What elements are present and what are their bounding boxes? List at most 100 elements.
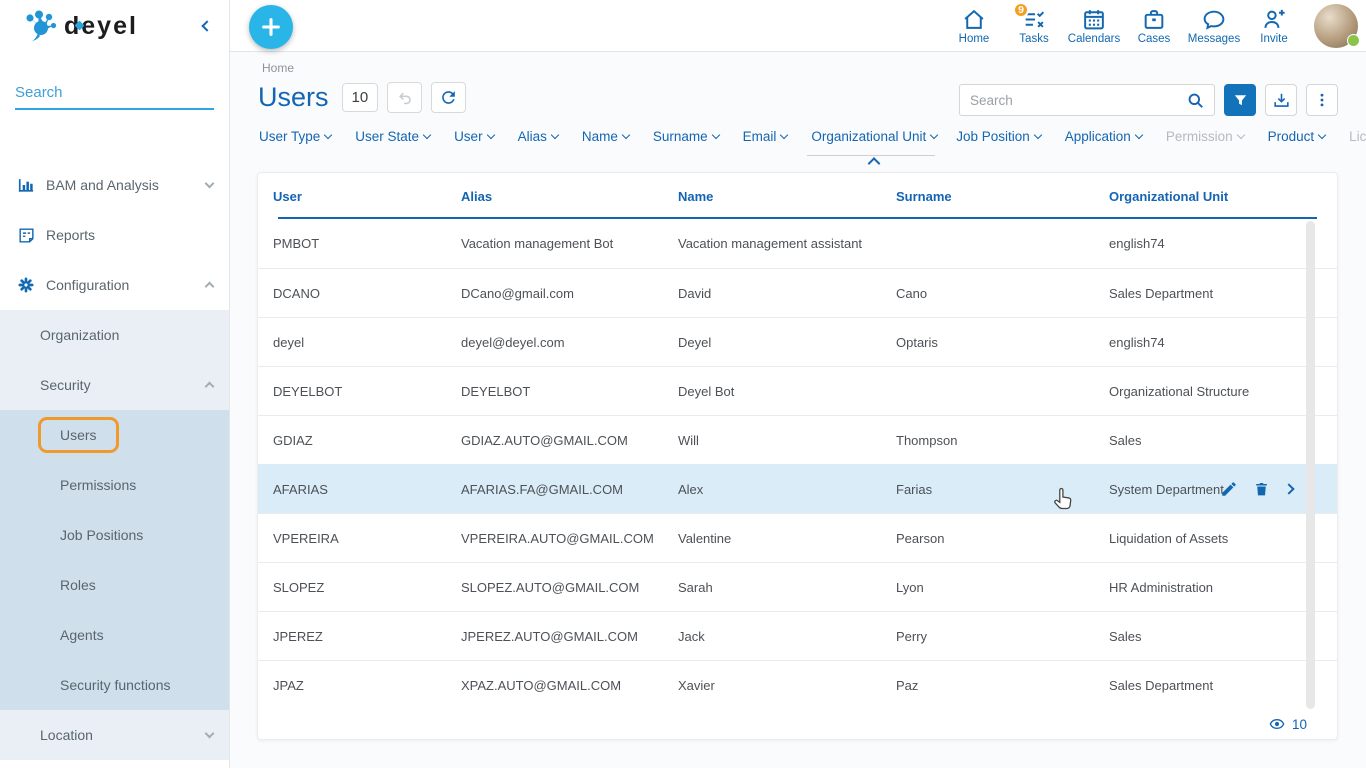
online-status-dot [1347,34,1360,47]
sidebar-item-label: Roles [60,577,96,593]
sidebar-item-label: BAM and Analysis [46,177,159,193]
table-row[interactable]: PMBOT Vacation management Bot Vacation m… [258,219,1337,268]
cell-org-unit: english74 [1109,236,1337,251]
filter-chip[interactable]: Email [743,129,793,144]
collapse-filter-caret[interactable] [868,157,881,170]
cell-org-unit: Sales [1109,433,1337,448]
filter-chip[interactable]: Organizational Unit [811,129,937,144]
sidebar-item-security[interactable]: Security [0,360,229,410]
report-icon [15,224,37,246]
table-row[interactable]: JPEREZ JPEREZ.AUTO@GMAIL.COM Jack Perry … [258,611,1337,660]
filter-chip[interactable]: Alias [518,129,563,144]
chevron-down-icon [930,131,938,139]
sidebar-item-job-positions[interactable]: Job Positions [0,510,229,560]
sidebar-item-location[interactable]: Location [0,710,229,760]
table-row[interactable]: JPAZ XPAZ.AUTO@GMAIL.COM Xavier Paz Sale… [258,660,1337,709]
sidebar-item-roles[interactable]: Roles [0,560,229,610]
sidebar-item-bam-and-analysis[interactable]: BAM and Analysis [0,160,229,210]
column-header-name[interactable]: Name [678,189,896,204]
cell-org-unit: english74 [1109,335,1337,350]
users-table-card: User Alias Name Surname Organizational U… [257,172,1338,740]
column-header-alias[interactable]: Alias [461,189,678,204]
sidebar-item-users[interactable]: Users [0,410,229,460]
undo-button[interactable] [387,82,422,113]
sidebar-item-configuration[interactable]: Configuration [0,260,229,310]
table-row[interactable]: SLOPEZ SLOPEZ.AUTO@GMAIL.COM Sarah Lyon … [258,562,1337,611]
sidebar-collapse-button[interactable] [199,13,215,39]
delete-button[interactable] [1253,480,1270,498]
trash-icon [1253,480,1270,498]
chevron-down-icon [205,729,215,739]
eye-icon [1268,716,1286,732]
cell-user: DCANO [273,286,461,301]
search-submit-button[interactable] [1176,85,1214,115]
nav-calendars[interactable]: Calendars [1064,6,1124,45]
sidebar-item-label: Reports [46,227,95,243]
record-count-badge: 10 [342,83,379,112]
table-row[interactable]: GDIAZ GDIAZ.AUTO@GMAIL.COM Will Thompson… [258,415,1337,464]
table-row[interactable]: VPEREIRA VPEREIRA.AUTO@GMAIL.COM Valenti… [258,513,1337,562]
filter-chip[interactable]: Product [1268,129,1331,144]
create-new-button[interactable] [249,5,293,49]
table-row[interactable]: DCANO DCano@gmail.com David Cano Sales D… [258,268,1337,317]
cell-org-unit: Sales [1109,629,1337,644]
filter-button[interactable] [1224,84,1256,116]
sidebar-item-label: Permissions [60,477,136,493]
nav-cases[interactable]: Cases [1124,6,1184,45]
table-row[interactable]: AFARIAS AFARIAS.FA@GMAIL.COM Alex Farias… [258,464,1337,513]
message-bubble-icon [1201,6,1227,32]
sidebar-search-input[interactable] [15,84,214,101]
filter-chip[interactable]: Job Position [956,129,1046,144]
logo: deyel [24,10,144,42]
cell-alias: AFARIAS.FA@GMAIL.COM [461,482,678,497]
filter-chip[interactable]: Name [582,129,634,144]
user-avatar[interactable] [1314,4,1358,48]
sidebar-item-label: Agents [60,627,104,643]
cell-alias: GDIAZ.AUTO@GMAIL.COM [461,433,678,448]
filter-chip-label: Email [743,129,777,144]
filter-chip[interactable]: Licence Type [1349,129,1366,144]
chevron-up-icon [205,282,215,292]
filter-chip[interactable]: Application [1065,129,1147,144]
sidebar-item-reports[interactable]: Reports [0,210,229,260]
nav-messages[interactable]: Messages [1184,6,1244,45]
filter-chip[interactable]: User [454,129,499,144]
table-scrollbar-thumb[interactable] [1306,221,1315,709]
nav-invite[interactable]: Invite [1244,6,1304,45]
nav-tasks[interactable]: 9 Tasks [1004,6,1064,45]
open-row-chevron-right-icon[interactable] [1283,483,1294,494]
table-row[interactable]: deyel deyel@deyel.com Deyel Optaris engl… [258,317,1337,366]
filter-funnel-icon [1232,92,1249,109]
column-header-surname[interactable]: Surname [896,189,1109,204]
table-search-input[interactable] [960,93,1176,108]
cell-alias: JPEREZ.AUTO@GMAIL.COM [461,629,678,644]
filter-chip[interactable]: Permission [1166,129,1249,144]
refresh-button[interactable] [431,82,466,113]
more-options-button[interactable] [1306,84,1338,116]
filter-chip-label: Licence Type [1349,129,1366,144]
table-row[interactable]: DEYELBOT DEYELBOT Deyel Bot Organization… [258,366,1337,415]
filter-chip-label: Name [582,129,618,144]
download-button[interactable] [1265,84,1297,116]
cell-org-unit: HR Administration [1109,580,1337,595]
column-header-user[interactable]: User [273,189,461,204]
table-search [959,84,1215,116]
sidebar-item-organization[interactable]: Organization [0,310,229,360]
filter-chip[interactable]: User State [355,129,435,144]
breadcrumb[interactable]: Home [262,61,294,75]
chevron-down-icon [1236,131,1244,139]
column-header-org-unit[interactable]: Organizational Unit [1109,189,1337,204]
cell-surname: Thompson [896,433,1109,448]
sidebar-item-label: Security [40,377,91,393]
sidebar-item-security-functions[interactable]: Security functions [0,660,229,710]
cell-alias: DEYELBOT [461,384,678,399]
filter-chip[interactable]: User Type [259,129,336,144]
edit-button[interactable] [1220,480,1238,498]
filter-chip[interactable]: Surname [653,129,724,144]
sidebar-item-permissions[interactable]: Permissions [0,460,229,510]
nav-home[interactable]: Home [944,6,1004,45]
sidebar-item-agents[interactable]: Agents [0,610,229,660]
cell-surname: Lyon [896,580,1109,595]
sidebar: deyel BAM and Analysis Reports [0,0,230,768]
table-body: PMBOT Vacation management Bot Vacation m… [258,219,1337,709]
